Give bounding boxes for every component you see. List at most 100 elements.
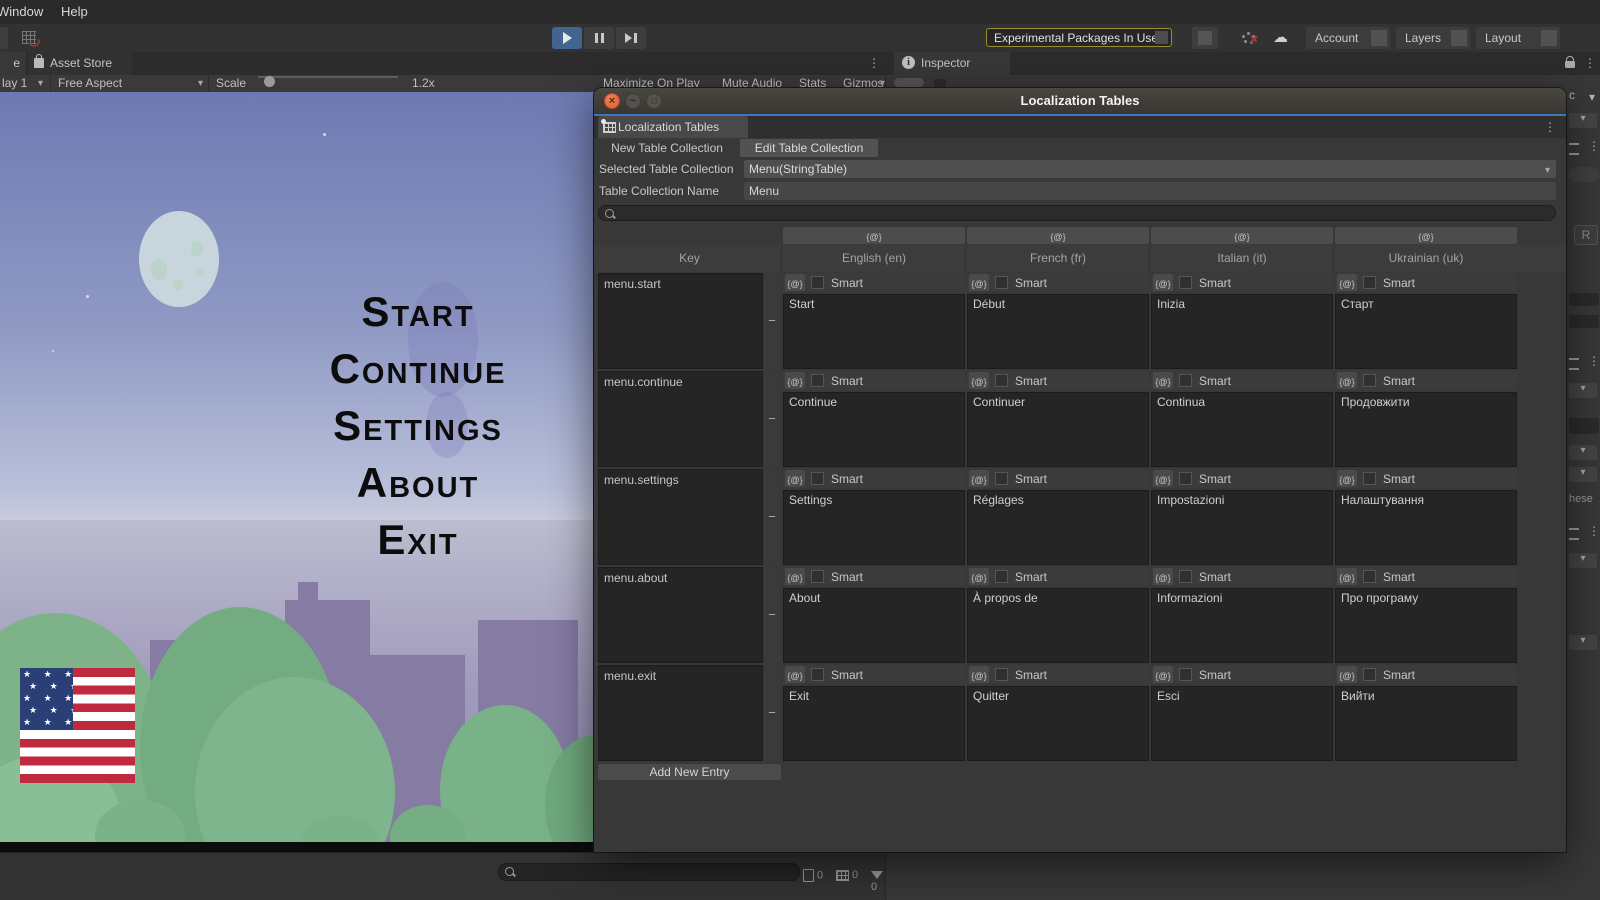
- metadata-button[interactable]: {@}: [969, 372, 989, 389]
- menu-help[interactable]: Help: [61, 4, 88, 19]
- metadata-button[interactable]: {@}: [1153, 372, 1173, 389]
- layers-dropdown[interactable]: Layers: [1396, 27, 1470, 49]
- metadata-button[interactable]: {@}: [1153, 568, 1173, 585]
- smart-checkbox[interactable]: [995, 472, 1008, 485]
- selected-collection-dropdown[interactable]: Menu(StringTable) ▾: [744, 160, 1556, 178]
- metadata-button[interactable]: {@}: [785, 274, 805, 291]
- menu-window[interactable]: Window: [0, 4, 43, 19]
- metadata-button[interactable]: {@}: [1153, 666, 1173, 683]
- remove-entry-button[interactable]: −: [763, 411, 781, 427]
- pause-button[interactable]: [584, 27, 614, 49]
- smart-checkbox[interactable]: [811, 472, 824, 485]
- inspector-dropdown[interactable]: ▾: [1569, 635, 1597, 650]
- inspector-kebab-icon[interactable]: ⋮: [1584, 56, 1596, 70]
- translation-value[interactable]: Exit: [783, 686, 965, 761]
- game-menu-item-settings[interactable]: Settings: [230, 397, 594, 454]
- translation-value[interactable]: Continue: [783, 392, 965, 467]
- smart-checkbox[interactable]: [811, 668, 824, 681]
- layout-dropdown[interactable]: Layout: [1476, 27, 1560, 49]
- column-header-key[interactable]: Key: [598, 251, 781, 265]
- translation-value[interactable]: À propos de: [967, 588, 1149, 663]
- translation-value[interactable]: Settings: [783, 490, 965, 565]
- translation-value[interactable]: Informazioni: [1151, 588, 1333, 663]
- key-cell[interactable]: menu.continue: [598, 371, 763, 467]
- metadata-button[interactable]: {@}: [1337, 372, 1357, 389]
- smart-checkbox[interactable]: [1363, 374, 1376, 387]
- collection-name-input[interactable]: Menu: [744, 182, 1556, 200]
- window-titlebar[interactable]: × − □ Localization Tables: [594, 88, 1566, 114]
- inspector-field-fragment[interactable]: [1569, 315, 1599, 328]
- aspect-dropdown[interactable]: Free Aspect: [58, 76, 122, 90]
- column-header-lang[interactable]: English (en): [783, 251, 965, 265]
- metadata-button[interactable]: {@}: [785, 666, 805, 683]
- smart-checkbox[interactable]: [1179, 570, 1192, 583]
- smart-checkbox[interactable]: [1179, 472, 1192, 485]
- scale-slider-track[interactable]: [258, 76, 398, 78]
- translation-value[interactable]: Вийти: [1335, 686, 1517, 761]
- remove-entry-button[interactable]: −: [763, 313, 781, 329]
- new-table-collection-button[interactable]: New Table Collection: [596, 139, 738, 157]
- preset-icon[interactable]: [1569, 528, 1579, 540]
- column-settings-button[interactable]: {@}: [1335, 227, 1517, 244]
- metadata-button[interactable]: {@}: [785, 470, 805, 487]
- translation-value[interactable]: Réglages: [967, 490, 1149, 565]
- component-kebab-icon[interactable]: ⋮: [1588, 524, 1600, 538]
- inspector-dropdown[interactable]: ▾: [1569, 113, 1597, 128]
- key-cell[interactable]: menu.exit: [598, 665, 763, 761]
- translation-value[interactable]: Налаштування: [1335, 490, 1517, 565]
- display-dropdown[interactable]: lay 1: [2, 76, 27, 90]
- metadata-button[interactable]: {@}: [969, 470, 989, 487]
- smart-checkbox[interactable]: [995, 374, 1008, 387]
- smart-checkbox[interactable]: [811, 276, 824, 289]
- project-search-input[interactable]: [498, 863, 800, 881]
- tab-asset-store[interactable]: Asset Store: [28, 52, 132, 75]
- static-dropdown-arrow[interactable]: ▾: [1589, 90, 1595, 104]
- smart-checkbox[interactable]: [1363, 668, 1376, 681]
- tab-localization-tables[interactable]: Localization Tables: [598, 116, 748, 138]
- metadata-button[interactable]: {@}: [1337, 274, 1357, 291]
- r-button[interactable]: R: [1574, 225, 1598, 245]
- remove-entry-button[interactable]: −: [763, 509, 781, 525]
- metadata-button[interactable]: {@}: [1153, 274, 1173, 291]
- tab-inspector[interactable]: i Inspector: [894, 52, 1010, 75]
- toolbar-square-button[interactable]: [1192, 27, 1218, 49]
- component-kebab-icon[interactable]: ⋮: [1588, 354, 1600, 368]
- key-cell[interactable]: menu.about: [598, 567, 763, 663]
- column-header-lang[interactable]: Italian (it): [1151, 251, 1333, 265]
- game-menu-item-exit[interactable]: Exit: [230, 511, 594, 568]
- tab-game-partial[interactable]: e: [0, 52, 26, 75]
- preset-icon[interactable]: [1569, 143, 1579, 155]
- window-kebab-icon[interactable]: ⋮: [1544, 120, 1556, 134]
- column-header-lang[interactable]: French (fr): [967, 251, 1149, 265]
- console-error-counter[interactable]: 0: [871, 869, 886, 893]
- translation-value[interactable]: Inizia: [1151, 294, 1333, 369]
- key-cell[interactable]: menu.settings: [598, 469, 763, 565]
- metadata-button[interactable]: {@}: [969, 568, 989, 585]
- inspector-dropdown[interactable]: ▾: [1569, 553, 1597, 568]
- translation-value[interactable]: Quitter: [967, 686, 1149, 761]
- grid-snap-button[interactable]: [14, 27, 44, 49]
- play-button[interactable]: [552, 27, 582, 49]
- metadata-button[interactable]: {@}: [1337, 470, 1357, 487]
- remove-entry-button[interactable]: −: [763, 607, 781, 623]
- game-menu-item-continue[interactable]: Continue: [230, 340, 594, 397]
- translation-value[interactable]: Про програму: [1335, 588, 1517, 663]
- cloud-button[interactable]: ☁: [1266, 27, 1292, 49]
- inspector-dropdown[interactable]: ▾: [1569, 467, 1597, 482]
- smart-checkbox[interactable]: [1363, 570, 1376, 583]
- smart-checkbox[interactable]: [811, 374, 824, 387]
- smart-checkbox[interactable]: [995, 276, 1008, 289]
- console-warning-counter[interactable]: 0: [836, 869, 858, 881]
- collab-button[interactable]: [1232, 27, 1258, 49]
- translation-value[interactable]: Continua: [1151, 392, 1333, 467]
- inspector-field-fragment[interactable]: [1569, 418, 1599, 434]
- preset-icon[interactable]: [1569, 358, 1579, 370]
- metadata-button[interactable]: {@}: [969, 666, 989, 683]
- inspector-field-fragment[interactable]: [1569, 293, 1599, 306]
- translation-value[interactable]: Début: [967, 294, 1149, 369]
- key-cell[interactable]: menu.start: [598, 273, 763, 369]
- translation-value[interactable]: Старт: [1335, 294, 1517, 369]
- metadata-button[interactable]: {@}: [1153, 470, 1173, 487]
- game-menu-item-about[interactable]: About: [230, 454, 594, 511]
- translation-value[interactable]: Esci: [1151, 686, 1333, 761]
